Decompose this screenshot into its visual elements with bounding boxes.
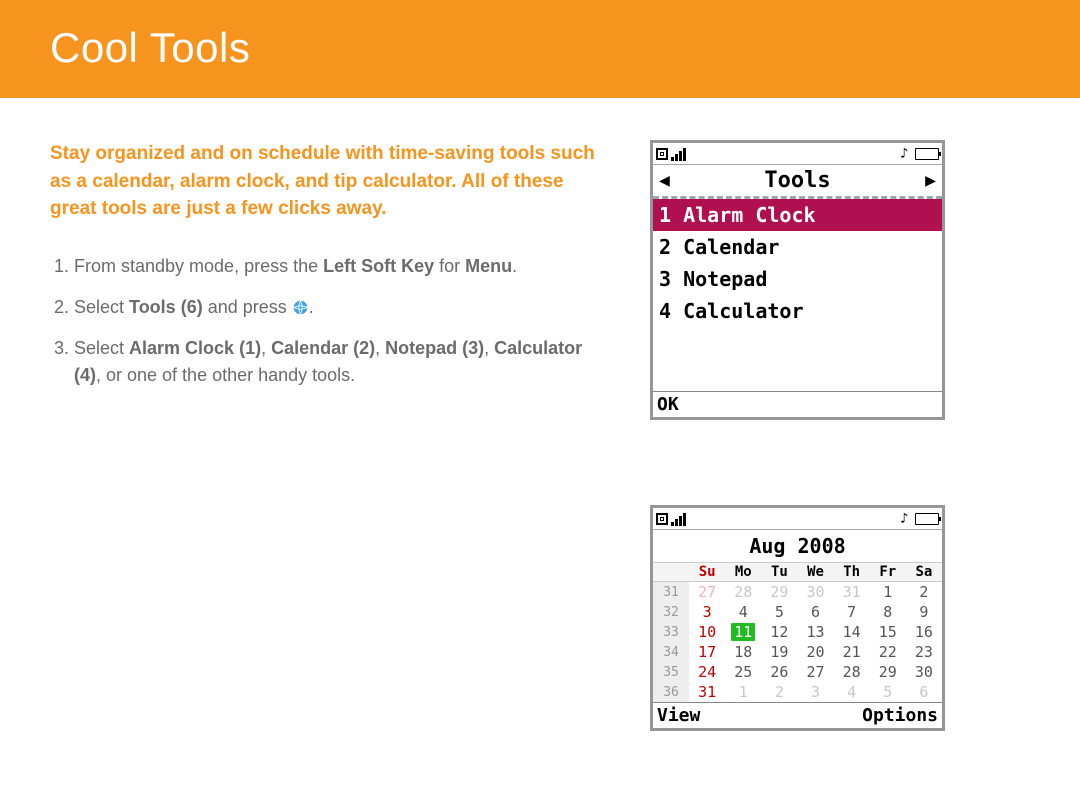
calendar-day[interactable]: 21 xyxy=(834,642,870,662)
calendar-day[interactable]: 27 xyxy=(689,582,725,603)
step-1: From standby mode, press the Left Soft K… xyxy=(74,253,610,280)
calendar-day[interactable]: 19 xyxy=(761,642,797,662)
calendar-day[interactable]: 31 xyxy=(834,582,870,603)
carrier-icon xyxy=(656,513,668,525)
battery-icon xyxy=(915,513,939,525)
calendar-day[interactable]: 22 xyxy=(870,642,906,662)
calendar-day[interactable]: 2 xyxy=(761,682,797,702)
softkey-left[interactable]: OK xyxy=(657,394,679,415)
calendar-day[interactable]: 18 xyxy=(725,642,761,662)
day-header: Fr xyxy=(870,563,906,582)
day-header: Tu xyxy=(761,563,797,582)
calendar-day[interactable]: 28 xyxy=(725,582,761,603)
calendar-day[interactable]: 23 xyxy=(906,642,942,662)
tab-header: ◀ Tools ▶ xyxy=(653,165,942,199)
phone-screenshot-calendar: Aug 2008 SuMoTuWeThFrSa 3127282930311232… xyxy=(650,505,945,731)
calendar-day[interactable]: 26 xyxy=(761,662,797,682)
content-area: Stay organized and on schedule with time… xyxy=(0,98,1080,731)
softkey-right[interactable]: Options xyxy=(862,705,938,726)
calendar-day[interactable]: 30 xyxy=(798,582,834,603)
page-header: Cool Tools xyxy=(0,0,1080,98)
signal-icon xyxy=(671,512,686,526)
week-number: 34 xyxy=(653,642,689,662)
calendar-day[interactable]: 2 xyxy=(906,582,942,603)
globe-icon xyxy=(292,299,309,316)
calendar-day[interactable]: 8 xyxy=(870,602,906,622)
calendar-day[interactable]: 20 xyxy=(798,642,834,662)
battery-icon xyxy=(915,148,939,160)
intro-paragraph: Stay organized and on schedule with time… xyxy=(50,140,610,223)
calendar-day[interactable]: 6 xyxy=(906,682,942,702)
tab-title: Tools xyxy=(764,168,830,193)
week-number: 32 xyxy=(653,602,689,622)
calendar-day[interactable]: 15 xyxy=(870,622,906,642)
nav-left-icon[interactable]: ◀ xyxy=(659,170,670,191)
softkey-left[interactable]: View xyxy=(657,705,700,726)
step-3: Select Alarm Clock (1), Calendar (2), No… xyxy=(74,335,610,389)
left-column: Stay organized and on schedule with time… xyxy=(50,140,610,731)
signal-icon xyxy=(671,147,686,161)
calendar-day[interactable]: 1 xyxy=(870,582,906,603)
step-2: Select Tools (6) and press . xyxy=(74,294,610,321)
menu-item[interactable]: 4 Calculator xyxy=(653,295,942,327)
week-number: 33 xyxy=(653,622,689,642)
calendar-day[interactable]: 13 xyxy=(798,622,834,642)
menu-item[interactable]: 2 Calendar xyxy=(653,231,942,263)
calendar-day[interactable]: 4 xyxy=(725,602,761,622)
calendar-day[interactable]: 5 xyxy=(761,602,797,622)
calendar-day[interactable]: 25 xyxy=(725,662,761,682)
day-header: Th xyxy=(834,563,870,582)
calendar-month-title: Aug 2008 xyxy=(653,530,942,562)
week-number: 31 xyxy=(653,582,689,603)
calendar-day[interactable]: 14 xyxy=(834,622,870,642)
day-header: Su xyxy=(689,563,725,582)
calendar-day[interactable]: 10 xyxy=(689,622,725,642)
menu-list: 1 Alarm Clock2 Calendar3 Notepad4 Calcul… xyxy=(653,199,942,391)
music-icon xyxy=(900,147,912,161)
softkey-bar: OK xyxy=(653,391,942,417)
week-number: 35 xyxy=(653,662,689,682)
calendar-day[interactable]: 5 xyxy=(870,682,906,702)
nav-right-icon[interactable]: ▶ xyxy=(925,170,936,191)
calendar-day[interactable]: 29 xyxy=(761,582,797,603)
status-bar xyxy=(653,508,942,530)
softkey-bar: View Options xyxy=(653,702,942,728)
calendar-day[interactable]: 4 xyxy=(834,682,870,702)
calendar-day[interactable]: 16 xyxy=(906,622,942,642)
menu-item[interactable]: 1 Alarm Clock xyxy=(653,199,942,231)
calendar-day[interactable]: 11 xyxy=(725,622,761,642)
day-header: Sa xyxy=(906,563,942,582)
steps-list: From standby mode, press the Left Soft K… xyxy=(50,253,610,389)
calendar-day[interactable]: 31 xyxy=(689,682,725,702)
calendar-day[interactable]: 7 xyxy=(834,602,870,622)
calendar-day[interactable]: 6 xyxy=(798,602,834,622)
calendar-grid: SuMoTuWeThFrSa 3127282930311232345678933… xyxy=(653,562,942,702)
music-icon xyxy=(900,512,912,526)
week-number: 36 xyxy=(653,682,689,702)
status-bar xyxy=(653,143,942,165)
page-title: Cool Tools xyxy=(50,24,1030,72)
day-header: Mo xyxy=(725,563,761,582)
calendar-day[interactable]: 28 xyxy=(834,662,870,682)
right-column: ◀ Tools ▶ 1 Alarm Clock2 Calendar3 Notep… xyxy=(650,140,950,731)
day-header: We xyxy=(798,563,834,582)
calendar-day[interactable]: 3 xyxy=(689,602,725,622)
calendar-day[interactable]: 12 xyxy=(761,622,797,642)
phone-screenshot-tools: ◀ Tools ▶ 1 Alarm Clock2 Calendar3 Notep… xyxy=(650,140,945,420)
calendar-day[interactable]: 9 xyxy=(906,602,942,622)
calendar-day[interactable]: 3 xyxy=(798,682,834,702)
calendar-day[interactable]: 1 xyxy=(725,682,761,702)
carrier-icon xyxy=(656,148,668,160)
today-marker: 11 xyxy=(731,623,755,641)
calendar-day[interactable]: 24 xyxy=(689,662,725,682)
calendar-day[interactable]: 30 xyxy=(906,662,942,682)
calendar-day[interactable]: 17 xyxy=(689,642,725,662)
calendar-day[interactable]: 27 xyxy=(798,662,834,682)
calendar-day[interactable]: 29 xyxy=(870,662,906,682)
menu-item[interactable]: 3 Notepad xyxy=(653,263,942,295)
